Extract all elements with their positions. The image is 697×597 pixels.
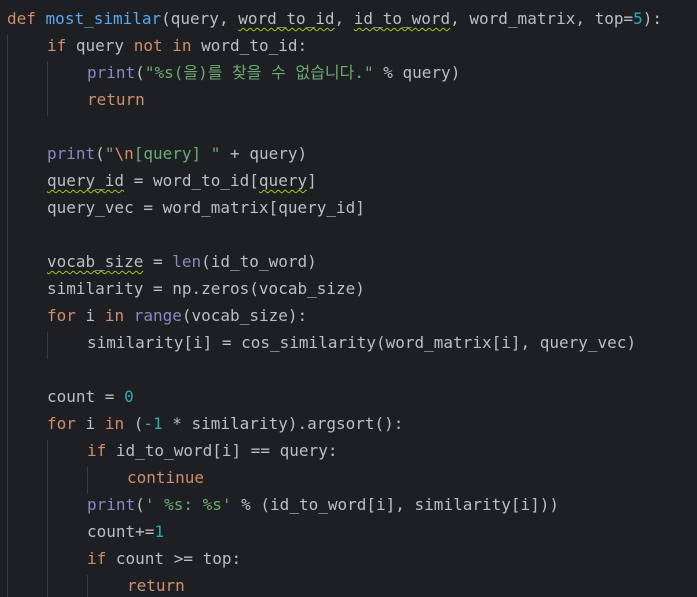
- code-text: (vocab_size):: [181, 306, 308, 325]
- builtin-len: len: [172, 252, 202, 271]
- keyword-in: in: [172, 36, 192, 55]
- code-text: % query): [373, 63, 461, 82]
- function-name: most_similar: [45, 9, 162, 28]
- string-literal: "%s(을)를 찾을 수 없습니다.": [144, 63, 374, 82]
- code-text: word_to_id:: [191, 36, 308, 55]
- typo-variable: query: [258, 171, 308, 190]
- code-text: =: [143, 252, 173, 271]
- keyword-continue: continue: [127, 468, 205, 487]
- number-literal: 1: [154, 522, 165, 541]
- keyword-return: return: [87, 90, 145, 109]
- code-text: = word_to_id[: [124, 171, 259, 190]
- code-line-20[interactable]: count+=1: [87, 518, 164, 545]
- code-line-7[interactable]: query_id = word_to_id[query]: [47, 167, 317, 194]
- code-line-12[interactable]: for i in range(vocab_size):: [47, 302, 307, 329]
- code-text: count >= top:: [106, 549, 242, 568]
- string-literal: [query] ": [133, 144, 221, 163]
- keyword-not: not: [133, 36, 163, 55]
- keyword-if: if: [47, 36, 67, 55]
- code-text: similarity[i] = cos_similarity(word_matr…: [87, 333, 637, 352]
- code-line-21[interactable]: if count >= top:: [87, 545, 241, 572]
- code-line-8[interactable]: query_vec = word_matrix[query_id]: [47, 194, 365, 221]
- code-text: count =: [47, 387, 125, 406]
- builtin-print: print: [47, 144, 96, 163]
- code-text: (: [124, 414, 144, 433]
- code-text: (id_to_word): [201, 252, 317, 271]
- number-literal: -1: [143, 414, 163, 433]
- code-line-1[interactable]: def most_similar(query, word_to_id, id_t…: [7, 5, 662, 32]
- keyword-in: in: [104, 414, 125, 433]
- code-text: ]: [307, 171, 317, 190]
- code-text: i: [75, 414, 105, 433]
- string-literal: ": [104, 144, 115, 163]
- code-line-19[interactable]: print(' %s: %s' % (id_to_word[i], simila…: [87, 491, 559, 518]
- typo-variable: vocab_size: [47, 252, 144, 271]
- typo-param: word_to_id: [238, 9, 335, 28]
- number-literal: 0: [124, 387, 134, 406]
- code-text: ,: [334, 9, 354, 28]
- code-editor[interactable]: def most_similar(query, word_to_id, id_t…: [0, 0, 697, 597]
- code-line-18[interactable]: continue: [127, 464, 204, 491]
- code-text: (query,: [161, 9, 239, 28]
- code-text: , word_matrix, top=: [450, 9, 634, 28]
- code-text: i: [75, 306, 105, 325]
- keyword-for: for: [47, 306, 76, 325]
- string-literal: ' %s: %s': [144, 495, 232, 514]
- code-line-13[interactable]: similarity[i] = cos_similarity(word_matr…: [87, 329, 636, 356]
- code-text: % (id_to_word[i], similarity[i])): [231, 495, 560, 514]
- keyword-in: in: [104, 306, 125, 325]
- code-text: query: [66, 36, 134, 55]
- typo-param: id_to_word: [353, 9, 451, 28]
- code-line-10[interactable]: vocab_size = len(id_to_word): [47, 248, 317, 275]
- code-text: query_vec = word_matrix[query_id]: [47, 198, 365, 217]
- builtin-print: print: [87, 495, 136, 514]
- keyword-if: if: [87, 441, 107, 460]
- code-line-22[interactable]: return: [127, 572, 185, 597]
- code-line-6[interactable]: print("\n[query] " + query): [47, 140, 307, 167]
- code-text: * similarity).argsort():: [162, 414, 404, 433]
- indent-guide: [47, 62, 48, 116]
- code-text: count+=: [87, 522, 155, 541]
- code-line-4[interactable]: return: [87, 86, 145, 113]
- builtin-range: range: [133, 306, 182, 325]
- indent-guide: [87, 575, 88, 597]
- builtin-print: print: [87, 63, 136, 82]
- code-line-2[interactable]: if query not in word_to_id:: [47, 32, 307, 59]
- code-line-16[interactable]: for i in (-1 * similarity).argsort():: [47, 410, 403, 437]
- keyword-for: for: [47, 414, 76, 433]
- code-line-15[interactable]: count = 0: [47, 383, 134, 410]
- code-text: ):: [642, 9, 663, 28]
- keyword-return: return: [127, 576, 185, 595]
- escape-sequence: \n: [114, 144, 134, 163]
- indent-guide: [7, 35, 8, 597]
- code-text: (: [135, 495, 145, 514]
- keyword-if: if: [87, 549, 107, 568]
- code-text: similarity = np.zeros(vocab_size): [47, 279, 365, 298]
- code-text: (: [95, 144, 105, 163]
- typo-variable: query_id: [47, 171, 125, 190]
- keyword-def: def: [7, 9, 36, 28]
- code-line-3[interactable]: print("%s(을)를 찾을 수 없습니다." % query): [87, 59, 460, 86]
- code-line-11[interactable]: similarity = np.zeros(vocab_size): [47, 275, 365, 302]
- code-text: + query): [220, 144, 308, 163]
- indent-guide: [47, 440, 48, 597]
- indent-guide: [87, 467, 88, 494]
- code-text: id_to_word[i] == query:: [106, 441, 338, 460]
- code-text: (: [135, 63, 145, 82]
- indent-guide: [47, 332, 48, 359]
- number-literal: 5: [633, 9, 643, 28]
- code-line-17[interactable]: if id_to_word[i] == query:: [87, 437, 337, 464]
